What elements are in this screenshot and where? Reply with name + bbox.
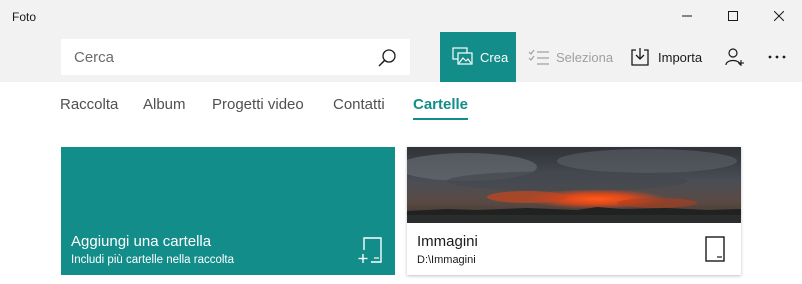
seleziona-button[interactable]: Seleziona <box>528 32 618 82</box>
add-folder-subtitle: Includi più cartelle nella raccolta <box>71 254 235 266</box>
create-icon <box>452 47 473 65</box>
tab-raccolta[interactable]: Raccolta <box>60 96 118 113</box>
tab-album[interactable]: Album <box>143 96 186 113</box>
minimize-button[interactable] <box>664 0 710 32</box>
importa-button[interactable]: Importa <box>630 32 710 82</box>
close-button[interactable] <box>756 0 802 32</box>
importa-label: Importa <box>658 49 703 65</box>
folder-name: Immagini <box>417 233 478 250</box>
tab-contatti[interactable]: Contatti <box>333 96 385 113</box>
add-folder-tile[interactable]: Aggiungi una cartella Includi più cartel… <box>61 147 395 275</box>
crea-button[interactable]: Crea <box>440 32 516 82</box>
folder-tile-immagini[interactable]: Immagini D:\Immagini <box>407 147 741 275</box>
seleziona-label: Seleziona <box>556 49 614 65</box>
tab-cartelle-label: Cartelle <box>413 96 469 113</box>
main-content: Raccolta Album Progetti video Contatti C… <box>0 82 802 284</box>
search-icon[interactable] <box>377 48 397 68</box>
title-bar: Foto <box>0 0 802 32</box>
add-folder-icon <box>358 237 382 263</box>
tab-cartelle[interactable]: Cartelle <box>413 96 469 120</box>
folder-icon <box>705 236 725 262</box>
maximize-button[interactable] <box>710 0 756 32</box>
maximize-icon <box>728 11 738 21</box>
crea-label: Crea <box>480 49 509 65</box>
add-user-button[interactable] <box>720 32 750 82</box>
folder-thumbnail <box>407 147 741 223</box>
active-tab-indicator <box>413 118 469 120</box>
add-user-icon <box>725 48 744 66</box>
folder-path: D:\Immagini <box>417 254 476 266</box>
search-input[interactable] <box>62 40 362 74</box>
select-icon <box>528 49 549 65</box>
toolbar: Crea Seleziona Importa <box>0 32 802 82</box>
more-icon <box>768 55 786 59</box>
add-folder-title: Aggiungi una cartella <box>71 233 212 250</box>
close-icon <box>774 11 784 21</box>
app-title: Foto <box>12 10 37 24</box>
minimize-icon <box>682 15 692 17</box>
more-button[interactable] <box>762 32 792 82</box>
import-icon <box>631 48 649 66</box>
search-box <box>61 39 410 75</box>
tab-progetti-video[interactable]: Progetti video <box>212 96 304 113</box>
